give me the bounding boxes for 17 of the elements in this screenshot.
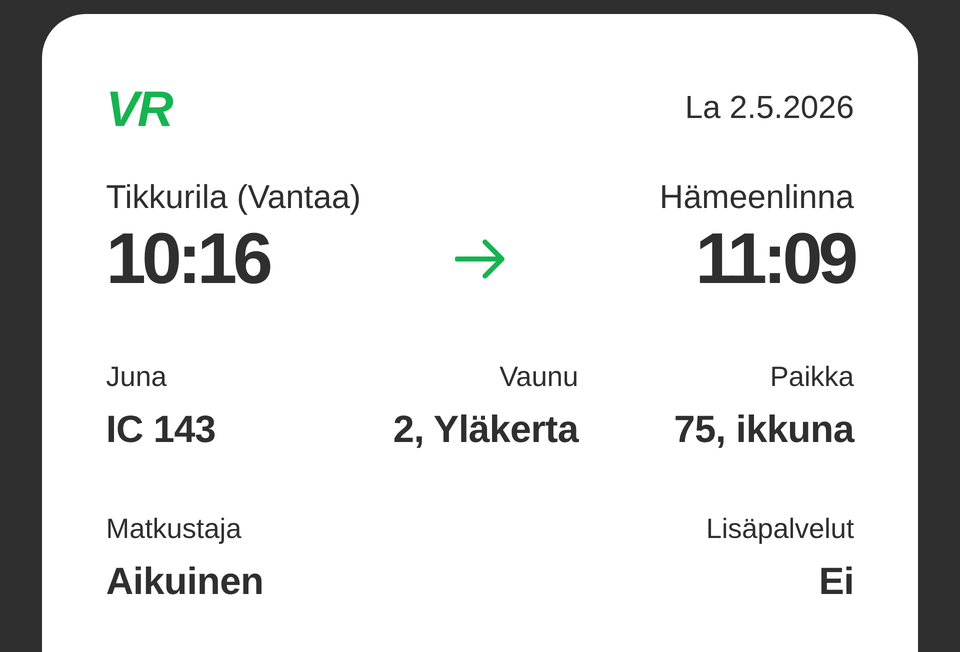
detail-label: Paikka: [770, 360, 854, 394]
arrow-right-icon: [455, 239, 505, 279]
detail-value: 75, ikkuna: [674, 408, 854, 453]
detail-label: Matkustaja: [106, 512, 242, 546]
logo: VR: [106, 89, 172, 129]
detail-value: Aikuinen: [106, 560, 264, 605]
detail-label: Lisäpalvelut: [706, 512, 854, 546]
detail-label: Vaunu: [499, 360, 578, 394]
arrival-station: Hämeenlinna: [660, 178, 854, 216]
arrival-time: 11:09: [695, 223, 854, 295]
travel-date: La 2.5.2026: [684, 88, 854, 126]
detail-label: Juna: [106, 360, 167, 394]
detail-value: Ei: [818, 560, 854, 605]
detail-value: IC 143: [106, 408, 216, 453]
detail-value: 2, Yläkerta: [393, 408, 578, 453]
departure-time: 10:16: [106, 223, 269, 295]
departure-station: Tikkurila (Vantaa): [106, 178, 361, 216]
